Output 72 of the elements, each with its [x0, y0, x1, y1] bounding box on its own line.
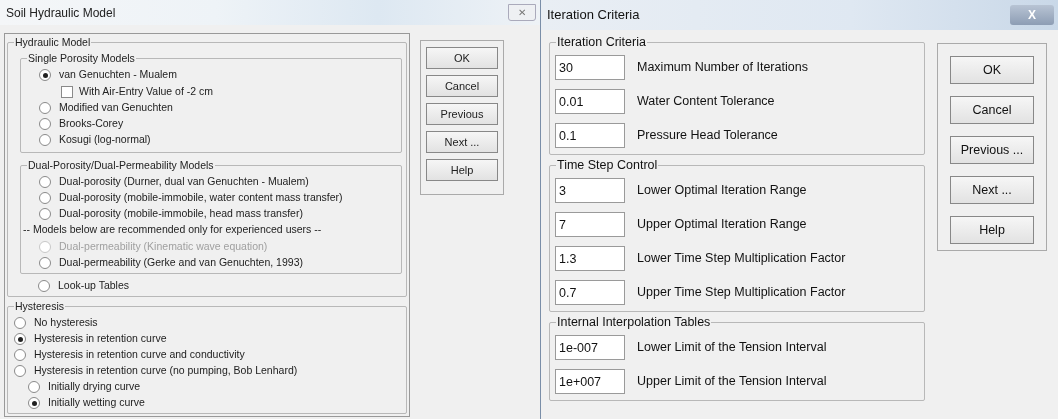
number-field[interactable]: 7: [555, 212, 625, 237]
field-label: Upper Optimal Iteration Range: [637, 216, 807, 234]
option-label: No hysteresis: [34, 315, 98, 331]
option-label: Hysteresis in retention curve and conductivity: [34, 347, 245, 363]
radio-button[interactable]: [14, 317, 26, 329]
number-field[interactable]: 30: [555, 55, 625, 80]
option-label: Modified van Genuchten: [59, 100, 173, 116]
field-label: Pressure Head Tolerance: [637, 127, 778, 145]
radio-button[interactable]: [14, 333, 26, 345]
checkbox[interactable]: [61, 85, 73, 98]
dialog-button[interactable]: OK: [950, 56, 1034, 84]
option-label: Look-up Tables: [58, 278, 130, 294]
number-field[interactable]: 1e-007: [555, 335, 625, 360]
radio-button[interactable]: [28, 397, 40, 409]
field-label: Lower Time Step Multiplication Factor: [637, 250, 846, 268]
radio-button[interactable]: [38, 280, 50, 292]
option-label: Dual-porosity (Durner, dual van Genuchten - Mualem): [59, 174, 309, 190]
group-title: Iteration Criteria: [556, 35, 647, 49]
field-label: Upper Limit of the Tension Interval: [637, 373, 827, 391]
number-field[interactable]: 1e+007: [555, 369, 625, 394]
dialog-button[interactable]: OK: [426, 47, 498, 69]
radio-button[interactable]: [39, 118, 51, 130]
dialog-button[interactable]: Next ...: [426, 131, 498, 153]
group-title: Dual-Porosity/Dual-Permeability Models: [27, 158, 215, 172]
option-label: Dual-porosity (mobile-immobile, water content mass transfer): [59, 190, 343, 206]
option-label: Hysteresis in retention curve (no pumping, Bob Lenhard): [34, 363, 298, 379]
number-field[interactable]: 1.3: [555, 246, 625, 271]
group-title: Hydraulic Model: [14, 35, 92, 49]
field-label: Maximum Number of Iterations: [637, 59, 808, 77]
dialog-button[interactable]: Help: [426, 159, 498, 181]
number-field[interactable]: 0.01: [555, 89, 625, 114]
window-title: Iteration Criteria: [547, 6, 640, 25]
number-field[interactable]: 0.7: [555, 280, 625, 305]
dialog-button[interactable]: Cancel: [950, 96, 1034, 124]
option-label: With Air-Entry Value of -2 cm: [79, 83, 213, 99]
radio-button[interactable]: [39, 257, 51, 269]
option-label: Initially drying curve: [48, 379, 141, 395]
group-title: Single Porosity Models: [27, 51, 136, 65]
group-title: Time Step Control: [556, 158, 659, 172]
radio-button[interactable]: [28, 381, 40, 393]
dialog-button[interactable]: Next ...: [950, 176, 1034, 204]
option-label: van Genuchten - Mualem: [59, 67, 177, 83]
field-label: Water Content Tolerance: [637, 93, 775, 111]
field-label: Lower Limit of the Tension Interval: [637, 339, 827, 357]
option-label: Hysteresis in retention curve: [34, 331, 167, 347]
dialog-button[interactable]: Help: [950, 216, 1034, 244]
option-label: Kosugi (log-normal): [59, 132, 151, 148]
dialog-button[interactable]: Previous: [426, 103, 498, 125]
radio-button[interactable]: [39, 208, 51, 220]
option-label: Brooks-Corey: [59, 116, 124, 132]
group-title: Hysteresis: [14, 299, 65, 313]
window-title: Soil Hydraulic Model: [6, 4, 116, 22]
radio-button[interactable]: [14, 349, 26, 361]
dialog-button[interactable]: Previous ...: [950, 136, 1034, 164]
radio-button[interactable]: [39, 69, 51, 81]
option-label: Dual-permeability (Kinematic wave equation): [59, 239, 268, 255]
dialog-button[interactable]: Cancel: [426, 75, 498, 97]
note-text: -- Models below are recommended only for experienced users --: [23, 222, 323, 237]
radio-button[interactable]: [39, 102, 51, 114]
number-field[interactable]: 3: [555, 178, 625, 203]
radio-button[interactable]: [39, 192, 51, 204]
field-label: Upper Time Step Multiplication Factor: [637, 284, 846, 302]
option-label: Dual-porosity (mobile-immobile, head mass transfer): [59, 206, 303, 222]
close-button[interactable]: ✕: [508, 4, 536, 21]
radio-button[interactable]: [39, 176, 51, 188]
radio-button[interactable]: [14, 365, 26, 377]
radio-button[interactable]: [39, 134, 51, 146]
option-label: Dual-permeability (Gerke and van Genuchten, 1993): [59, 255, 303, 271]
field-label: Lower Optimal Iteration Range: [637, 182, 807, 200]
number-field[interactable]: 0.1: [555, 123, 625, 148]
option-label: Initially wetting curve: [48, 395, 145, 411]
group-title: Internal Interpolation Tables: [556, 315, 712, 329]
